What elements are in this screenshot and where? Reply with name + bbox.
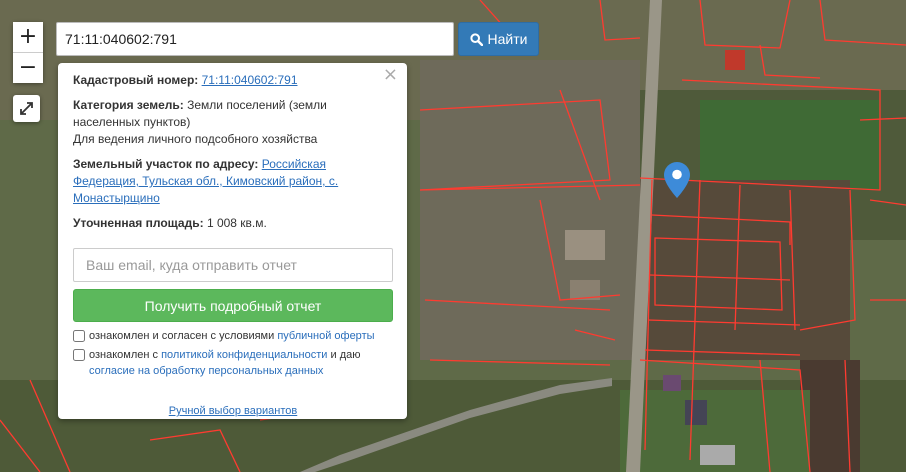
offer-consent-checkbox[interactable] bbox=[73, 330, 85, 342]
privacy-policy-link[interactable]: политикой конфиденциальности bbox=[161, 349, 327, 361]
email-input[interactable] bbox=[73, 248, 393, 282]
search-icon bbox=[469, 32, 483, 46]
offer-consent-text: ознакомлен и согласен с условиями публич… bbox=[89, 330, 375, 342]
find-button-label: Найти bbox=[487, 31, 528, 47]
zoom-control: + − bbox=[13, 22, 43, 83]
close-icon[interactable]: × bbox=[383, 66, 398, 84]
expand-icon bbox=[20, 102, 33, 115]
data-processing-consent-link[interactable]: согласие на обработку персональных данны… bbox=[89, 365, 323, 377]
parcel-info-panel: × Кадастровый номер: 71:11:040602:791 Ка… bbox=[58, 63, 407, 419]
area-value: 1 008 кв.м. bbox=[206, 216, 267, 230]
public-offer-link[interactable]: публичной оферты bbox=[277, 330, 374, 342]
land-use-value: Для ведения личного подсобного хозяйства bbox=[73, 132, 318, 146]
get-report-button[interactable]: Получить подробный отчет bbox=[73, 289, 393, 322]
land-category-label: Категория земель: bbox=[73, 98, 184, 112]
privacy-consent-checkbox[interactable] bbox=[73, 349, 85, 361]
address-label: Земельный участок по адресу: bbox=[73, 157, 259, 171]
area-label: Уточненная площадь: bbox=[73, 216, 204, 230]
find-button[interactable]: Найти bbox=[458, 22, 539, 56]
privacy-consent-row: ознакомлен с политикой конфиденциальност… bbox=[73, 347, 393, 379]
fullscreen-button[interactable] bbox=[13, 95, 40, 122]
location-marker-icon[interactable] bbox=[664, 162, 690, 198]
area-row: Уточненная площадь: 1 008 кв.м. bbox=[73, 215, 393, 232]
manual-selection-link[interactable]: Ручной выбор вариантов bbox=[169, 405, 297, 417]
search-input[interactable] bbox=[56, 22, 454, 56]
land-category-row: Категория земель: Земли поселений (земли… bbox=[73, 97, 393, 148]
manual-selection-row: Ручной выбор вариантов bbox=[73, 403, 393, 420]
zoom-in-button[interactable]: + bbox=[13, 22, 43, 52]
address-row: Земельный участок по адресу: Российская … bbox=[73, 156, 393, 207]
offer-consent-row: ознакомлен и согласен с условиями публич… bbox=[73, 328, 393, 344]
cadastral-number-row: Кадастровый номер: 71:11:040602:791 bbox=[73, 72, 393, 89]
cadastral-number-label: Кадастровый номер: bbox=[73, 73, 199, 87]
cadastral-number-link[interactable]: 71:11:040602:791 bbox=[202, 73, 298, 87]
privacy-consent-text: ознакомлен с политикой конфиденциальност… bbox=[89, 349, 361, 377]
zoom-out-button[interactable]: − bbox=[13, 53, 43, 83]
